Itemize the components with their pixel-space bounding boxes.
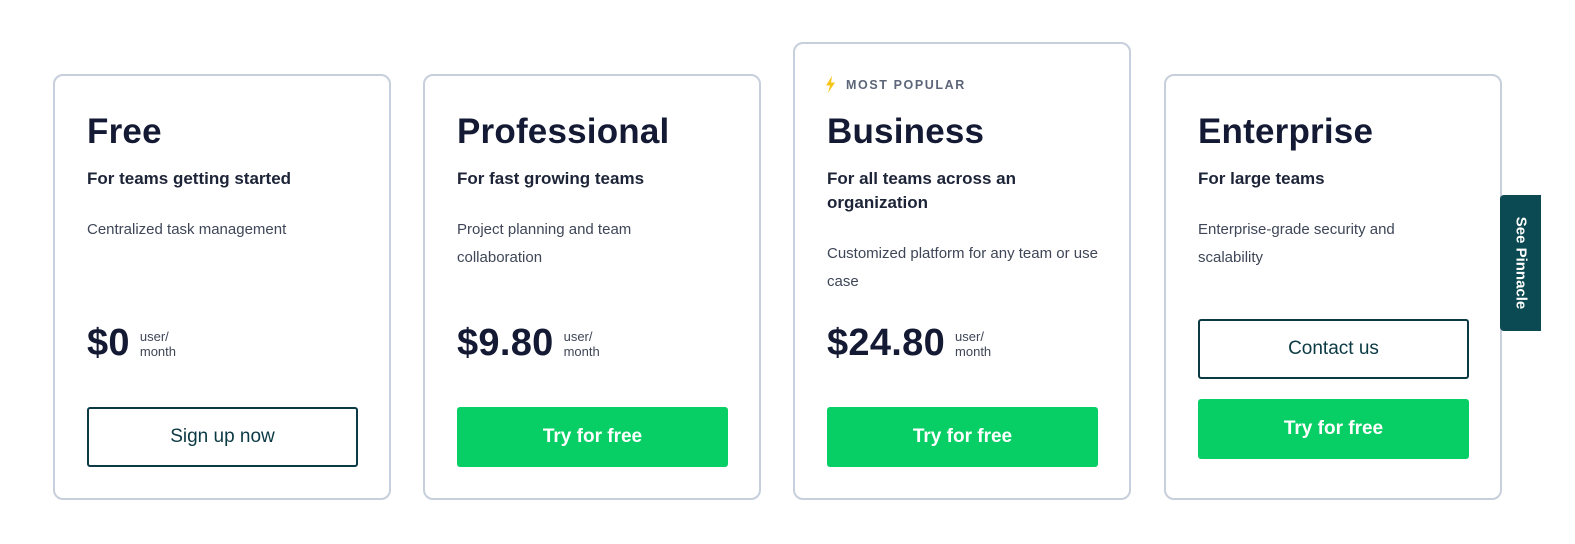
most-popular-label: MOST POPULAR [846, 77, 966, 92]
plan-card-business: MOST POPULAR Business For all teams acro… [793, 42, 1131, 500]
plan-description: Centralized task management [87, 221, 287, 238]
plan-name: Enterprise [1198, 112, 1374, 151]
plan-description: Enterprise-grade security and scalabilit… [1198, 221, 1395, 266]
plan-card-enterprise: Enterprise For large teams Enterprise-gr… [1164, 74, 1502, 500]
plan-description: Customized platform for any team or use … [827, 245, 1098, 290]
plan-tagline: For all teams across an organization [827, 169, 1016, 212]
plan-price: $9.80 user/ month [457, 321, 600, 365]
price-unit-line1: user/ [139, 329, 169, 344]
contact-us-button[interactable]: Contact us [1198, 319, 1469, 379]
price-unit-line1: user/ [955, 329, 984, 344]
price-unit: user/ month [140, 329, 176, 359]
plan-card-free: Free For teams getting started Centraliz… [53, 74, 391, 500]
plan-tagline: For large teams [1198, 169, 1325, 188]
plan-name: Free [87, 112, 162, 151]
sign-up-now-button[interactable]: Sign up now [87, 407, 358, 467]
price-amount: $9.80 [457, 322, 554, 364]
most-popular-badge: MOST POPULAR [825, 76, 966, 93]
price-amount: $0 [87, 322, 130, 364]
pricing-section: Free For teams getting started Centraliz… [0, 0, 1575, 544]
plan-tagline: For fast growing teams [457, 169, 645, 188]
price-unit-line2: month [563, 344, 600, 359]
see-pinnacle-tab[interactable]: See Pinnacle [1500, 195, 1541, 331]
plan-name: Professional [457, 112, 670, 151]
price-amount: $24.80 [827, 322, 946, 364]
price-unit: user/ month [564, 329, 600, 359]
try-for-free-button[interactable]: Try for free [457, 407, 728, 467]
see-pinnacle-label: See Pinnacle [1512, 216, 1529, 310]
try-for-free-button[interactable]: Try for free [1198, 399, 1469, 459]
price-unit-line1: user/ [563, 329, 593, 344]
try-for-free-button[interactable]: Try for free [827, 407, 1098, 467]
price-unit-line2: month [955, 344, 992, 359]
price-unit-line2: month [139, 344, 177, 359]
lightning-bolt-icon [825, 76, 836, 93]
plan-price: $0 user/ month [87, 321, 176, 365]
price-unit: user/ month [955, 329, 991, 359]
plan-card-professional: Professional For fast growing teams Proj… [423, 74, 761, 500]
plan-tagline: For teams getting started [87, 169, 292, 188]
plan-description: Project planning and team collaboration [457, 221, 632, 266]
plan-name: Business [827, 112, 985, 151]
plan-price: $24.80 user/ month [827, 321, 991, 365]
